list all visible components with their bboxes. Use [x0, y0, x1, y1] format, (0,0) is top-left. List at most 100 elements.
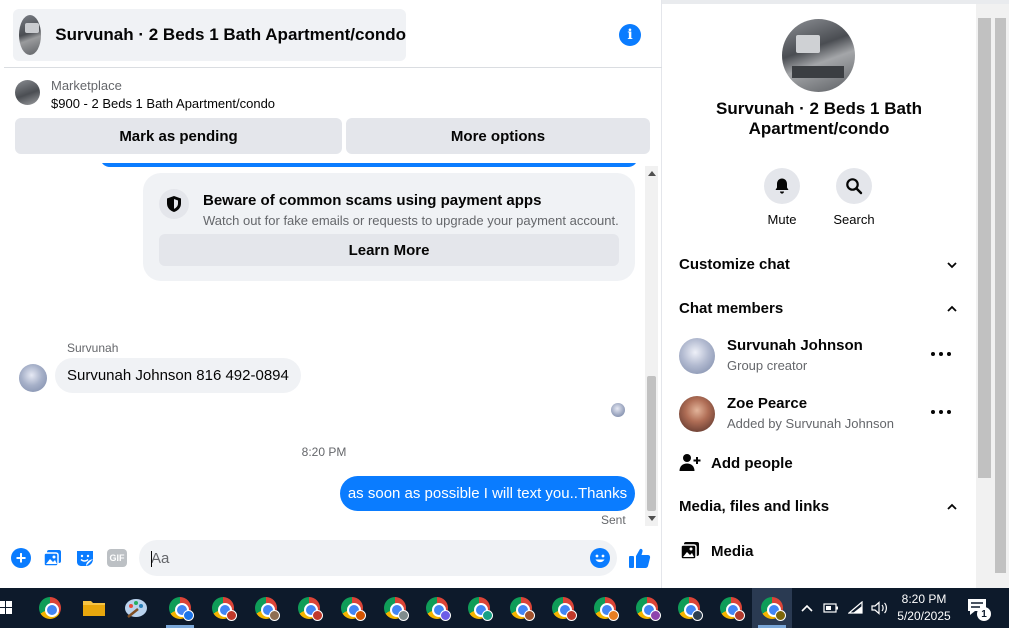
header-divider [4, 67, 662, 68]
member-item[interactable]: Zoe Pearce Added by Survunah Johnson [679, 392, 961, 436]
panel-scrollbar-thumb[interactable] [978, 18, 991, 478]
sticker-icon[interactable] [75, 548, 95, 568]
chat-title: Survunah · 2 Beds 1 Bath Apartment/condo [55, 25, 406, 44]
chrome-profile-icon[interactable] [423, 594, 451, 622]
learn-more-button[interactable]: Learn More [159, 234, 619, 266]
chevron-up-icon[interactable] [800, 603, 814, 613]
member-item[interactable]: Survunah Johnson Group creator [679, 334, 961, 378]
battery-icon[interactable] [823, 601, 839, 615]
chat-scrollbar-thumb[interactable] [647, 376, 656, 511]
chrome-profile-icon[interactable] [209, 594, 237, 622]
media-files-links-label: Media, files and links [679, 498, 830, 515]
scroll-up-icon[interactable] [648, 171, 656, 176]
search-button[interactable]: Search [824, 168, 884, 227]
sender-name: Survunah [67, 341, 119, 355]
media-files-links-section[interactable]: Media, files and links [679, 498, 961, 518]
more-options-button[interactable]: More options [346, 118, 650, 154]
text-caret [151, 551, 152, 567]
chrome-profile-icon[interactable] [381, 594, 409, 622]
notification-count: 1 [977, 607, 991, 621]
member-role: Added by Survunah Johnson [727, 416, 894, 431]
sender-avatar[interactable] [19, 364, 47, 392]
member-name: Survunah Johnson [727, 337, 863, 354]
avatar [679, 396, 715, 432]
emoji-icon[interactable] [590, 548, 610, 568]
chrome-profile-icon[interactable] [295, 594, 323, 622]
shield-icon [159, 189, 189, 219]
member-role: Group creator [727, 358, 808, 373]
mute-label: Mute [767, 212, 797, 227]
chat-members-section[interactable]: Chat members [679, 300, 961, 320]
chrome-profile-icon[interactable] [675, 594, 703, 622]
mark-as-pending-button[interactable]: Mark as pending [15, 118, 342, 154]
scroll-down-icon[interactable] [648, 516, 656, 521]
chat-header[interactable]: Survunah · 2 Beds 1 Bath Apartment/condo [13, 9, 406, 61]
taskbar-clock[interactable]: 8:20 PM 5/20/2025 [884, 591, 964, 625]
add-people-button[interactable]: Add people [679, 451, 793, 475]
messenger-window: Survunah · 2 Beds 1 Bath Apartment/condo… [0, 0, 1009, 628]
scam-warning-card: Beware of common scams using payment app… [143, 173, 635, 281]
image-icon [679, 540, 701, 562]
incoming-message[interactable]: Survunah Johnson 816 492-0894 [55, 358, 301, 393]
paint-icon[interactable] [122, 594, 150, 622]
listing-price-title: $900 - 2 Beds 1 Bath Apartment/condo [51, 96, 276, 111]
thumbs-up-icon[interactable] [628, 546, 652, 570]
panel-listing-photo [782, 19, 855, 92]
more-options-icon[interactable] [931, 410, 951, 416]
page-scrollbar[interactable] [976, 4, 1009, 588]
chrome-icon[interactable] [36, 594, 64, 622]
chrome-profile-icon[interactable] [633, 594, 661, 622]
chrome-profile-icon[interactable] [166, 594, 194, 622]
chat-scrollbar[interactable] [645, 166, 658, 526]
chrome-profile-icon[interactable] [549, 594, 577, 622]
start-icon[interactable] [0, 600, 12, 616]
avatar [679, 338, 715, 374]
media-label: Media [711, 542, 754, 560]
scam-warning-subtitle: Watch out for fake emails or requests to… [203, 213, 619, 228]
message-status: Sent [601, 513, 626, 527]
chrome-profile-icon[interactable] [758, 594, 786, 622]
panel-title: Survunah · 2 Beds 1 Bath Apartment/condo [716, 99, 922, 138]
add-person-icon [679, 452, 701, 474]
previous-message-bubble [100, 163, 638, 167]
chat-info-panel: Survunah · 2 Beds 1 Bath Apartment/condo… [663, 4, 976, 588]
chrome-profile-icon[interactable] [252, 594, 280, 622]
chrome-profile-icon[interactable] [338, 594, 366, 622]
chrome-profile-icon[interactable] [507, 594, 535, 622]
wifi-icon[interactable] [848, 601, 864, 615]
customize-chat-section[interactable]: Customize chat [679, 256, 961, 276]
file-explorer-icon[interactable] [80, 594, 108, 622]
search-label: Search [833, 212, 875, 227]
listing-thumbnail [19, 15, 42, 55]
chrome-profile-icon[interactable] [717, 594, 745, 622]
chrome-profile-icon[interactable] [591, 594, 619, 622]
search-icon[interactable] [836, 168, 872, 204]
outgoing-message[interactable]: as soon as possible I will text you..Tha… [340, 476, 635, 511]
read-receipt-avatar [611, 403, 625, 417]
info-icon[interactable]: i [619, 24, 641, 46]
system-tray [800, 588, 889, 628]
media-button[interactable]: Media [679, 539, 754, 563]
page-scrollbar-thumb[interactable] [995, 18, 1006, 573]
windows-taskbar: 8:20 PM 5/20/2025 1 [0, 588, 1009, 628]
chevron-down-icon [947, 262, 957, 269]
mute-button[interactable]: Mute [752, 168, 812, 227]
message-composer: + GIF [0, 538, 662, 578]
scam-warning-title: Beware of common scams using payment app… [203, 192, 542, 209]
clock-time: 8:20 PM [901, 592, 947, 606]
marketplace-label: Marketplace [51, 78, 122, 93]
member-name: Zoe Pearce [727, 395, 808, 412]
more-options-icon[interactable] [931, 352, 951, 358]
message-timestamp: 8:20 PM [301, 445, 347, 459]
chevron-up-icon [947, 305, 957, 312]
add-people-label: Add people [711, 454, 793, 472]
plus-icon[interactable]: + [11, 548, 31, 568]
chrome-profile-icon[interactable] [465, 594, 493, 622]
photo-icon[interactable] [43, 548, 63, 568]
clock-date: 5/20/2025 [897, 609, 951, 623]
gif-icon[interactable]: GIF [107, 549, 127, 567]
chat-column: Survunah · 2 Beds 1 Bath Apartment/condo… [0, 0, 662, 588]
message-input[interactable] [139, 540, 617, 576]
bell-icon[interactable] [764, 168, 800, 204]
message-list[interactable]: Beware of common scams using payment app… [4, 163, 644, 528]
